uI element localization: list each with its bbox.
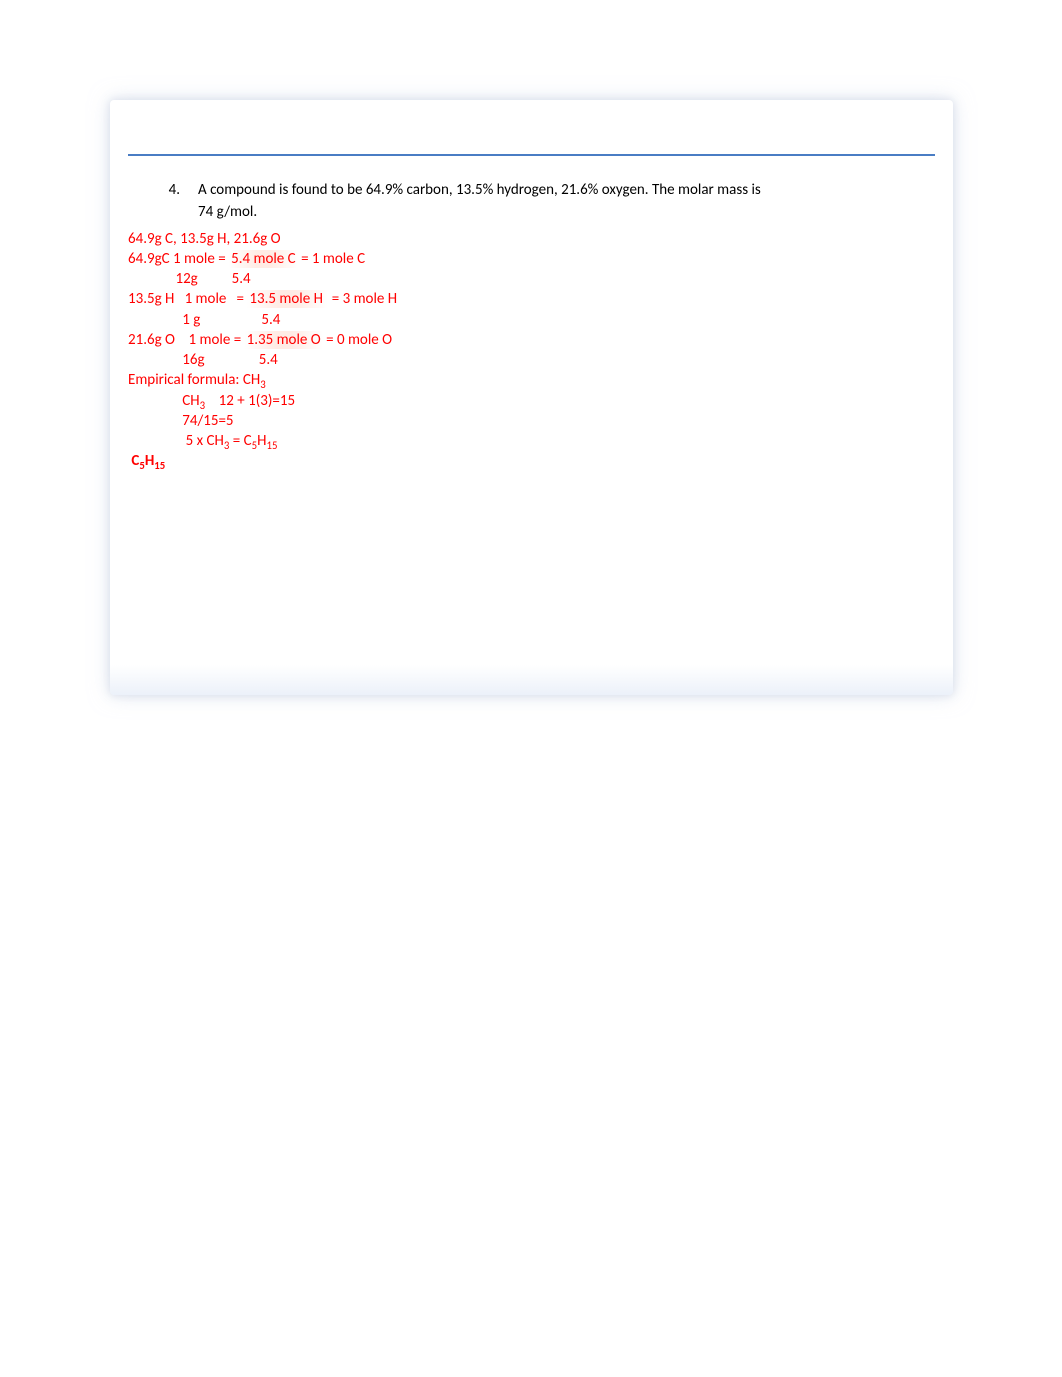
- work-line-5: 1 g 5.4: [128, 310, 935, 330]
- empirical-sub: 3: [260, 378, 265, 391]
- work-line-11: 5 x CH3 = C5H15: [128, 431, 935, 451]
- work-l4-a: 13.5g H 1 mole =: [128, 290, 247, 308]
- ans-s2: 15: [154, 459, 165, 472]
- question-number: 4.: [128, 180, 198, 200]
- empirical-label: Empirical formula: CH: [128, 371, 260, 389]
- work-line-1: 64.9g C, 13.5g H, 21.6g O: [128, 229, 935, 249]
- work-line-9: CH3 12 + 1(3)=15: [128, 391, 935, 411]
- question-text-line1: A compound is found to be 64.9% carbon, …: [198, 180, 935, 200]
- work-l6-c: = 0 mole O: [323, 331, 392, 349]
- work-l4-c: = 3 mole H: [328, 290, 397, 308]
- w11s3: 15: [266, 439, 277, 452]
- work-l2-a: 64.9gC 1 mole =: [128, 250, 229, 268]
- work-line-4: 13.5g H 1 mole = 13.5 mole H = 3 mole H: [128, 289, 935, 309]
- work-l2-b-highlight: 5.4 mole C: [229, 250, 298, 268]
- work-line-10: 74/15=5: [128, 411, 935, 431]
- work-line-7: 16g 5.4: [128, 350, 935, 370]
- ans-b: H: [145, 452, 154, 470]
- work-line-8: Empirical formula: CH3: [128, 370, 935, 390]
- ans-a: C: [128, 452, 139, 470]
- w9a: CH: [128, 392, 200, 410]
- work-l6-b-highlight: 1.35 mole O: [245, 331, 323, 349]
- card-bottom-glow: [110, 665, 953, 695]
- question-text-line2: 74 g/mol.: [128, 202, 935, 222]
- w9b: 12 + 1(3)=15: [205, 392, 295, 410]
- work-line-2: 64.9gC 1 mole = 5.4 mole C = 1 mole C: [128, 249, 935, 269]
- document-content: 4. A compound is found to be 64.9% carbo…: [110, 180, 953, 492]
- question-block: 4. A compound is found to be 64.9% carbo…: [128, 180, 935, 200]
- work-l4-b-highlight: 13.5 mole H: [247, 290, 328, 308]
- final-answer: C5H15: [128, 451, 935, 471]
- w11b: = C: [229, 432, 251, 450]
- work-l2-c: = 1 mole C: [298, 250, 365, 268]
- header-divider: [128, 120, 935, 156]
- work-line-3: 12g 5.4: [128, 269, 935, 289]
- w11a: 5 x CH: [128, 432, 224, 450]
- document-card: 4. A compound is found to be 64.9% carbo…: [110, 100, 953, 695]
- work-line-6: 21.6g O 1 mole = 1.35 mole O = 0 mole O: [128, 330, 935, 350]
- work-l6-a: 21.6g O 1 mole =: [128, 331, 245, 349]
